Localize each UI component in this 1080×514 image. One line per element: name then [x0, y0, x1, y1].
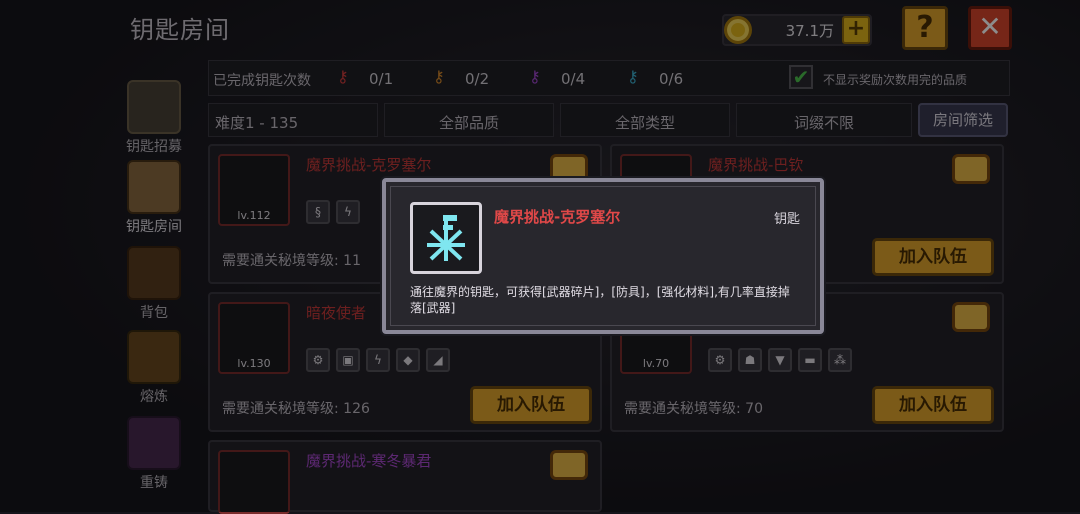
- ice-crystal-icon: [427, 215, 465, 261]
- popup-title: 魔界挑战-克罗塞尔: [494, 208, 621, 226]
- popup-description: 通往魔界的钥匙，可获得[武器碎片]，[防具]，[强化材料],有几率直接掉落[武器…: [410, 285, 790, 315]
- key-detail-popup: 魔界挑战-克罗塞尔 钥匙 通往魔界的钥匙，可获得[武器碎片]，[防具]，[强化材…: [382, 178, 824, 334]
- popup-tag: 钥匙: [773, 212, 800, 227]
- ice-key-icon: [410, 202, 482, 274]
